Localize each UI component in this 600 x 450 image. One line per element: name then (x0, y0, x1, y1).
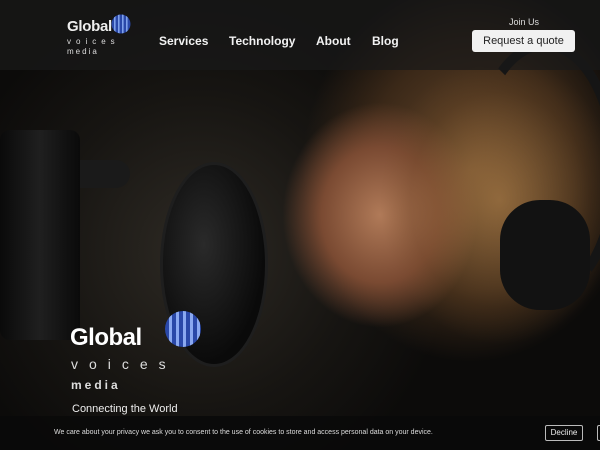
cookie-consent-bar: We care about your privacy we ask you to… (0, 416, 600, 450)
globe-stripes-icon (165, 311, 201, 347)
cookie-decline-button[interactable]: Decline (545, 425, 583, 441)
nav-services[interactable]: Services (159, 34, 208, 48)
logo-wordmark: Global (67, 18, 112, 35)
headphones-cup (500, 200, 590, 310)
hero-logo: Global voices media (70, 310, 220, 410)
microphone (0, 130, 80, 340)
join-us-link[interactable]: Join Us (509, 17, 539, 27)
nav-technology[interactable]: Technology (229, 34, 295, 48)
hero-logo-wordmark: Global (70, 324, 142, 351)
nav-blog[interactable]: Blog (372, 34, 399, 48)
header-logo[interactable]: Global voices media (67, 14, 137, 58)
hero-tagline: Connecting the World (72, 403, 178, 415)
request-quote-button[interactable]: Request a quote (472, 30, 575, 52)
globe-stripes-icon (111, 14, 131, 34)
nav-about[interactable]: About (316, 34, 351, 48)
logo-voices-text: voices (67, 37, 120, 46)
logo-media-text: media (67, 47, 99, 56)
hero-voices-text: voices (71, 356, 177, 372)
hero-media-text: media (71, 378, 121, 392)
site-header: Global voices media Services Technology … (0, 0, 600, 70)
cookie-consent-text: We care about your privacy we ask you to… (54, 429, 433, 436)
